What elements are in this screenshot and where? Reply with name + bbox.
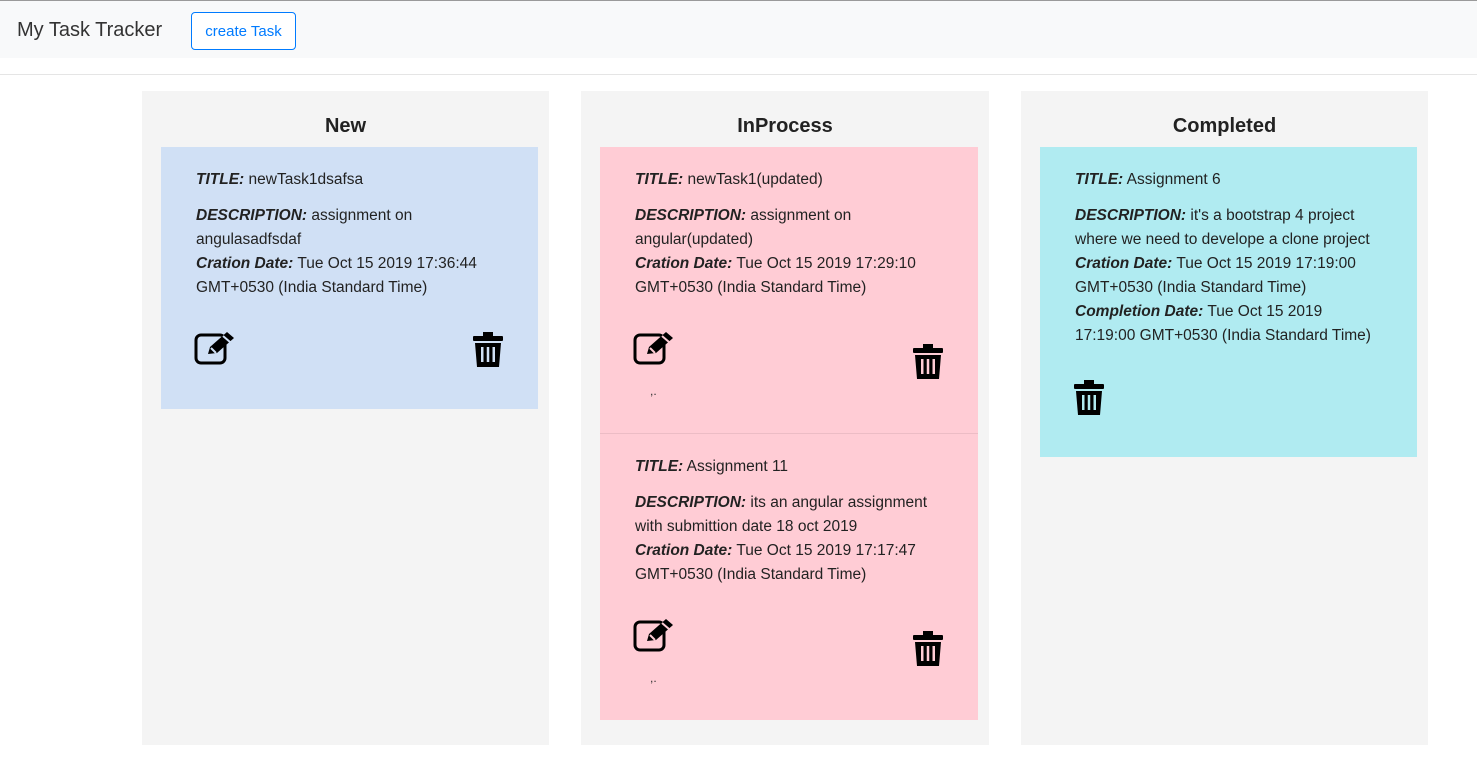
task-card: TITLE: Assignment 6 DESCRIPTION: it's a … — [1040, 147, 1417, 457]
divider — [0, 74, 1477, 75]
task-description-line: DESCRIPTION: assignment on — [635, 204, 851, 228]
creation-date-label: Cration Date: — [1075, 255, 1173, 272]
task-creation-line: Cration Date: Tue Oct 15 2019 17:17:47 — [635, 539, 916, 563]
description-label: DESCRIPTION: — [635, 207, 747, 224]
task-creation-line: Cration Date: Tue Oct 15 2019 17:36:44 — [196, 252, 477, 276]
brand-title[interactable]: My Task Tracker — [17, 19, 162, 42]
task-title-line: TITLE: newTask1dsafsa — [196, 168, 363, 192]
task-title-line: TITLE: newTask1(updated) — [635, 168, 823, 192]
task-completion-line: Completion Date: Tue Oct 15 2019 — [1075, 300, 1322, 324]
title-label: TITLE: — [635, 458, 684, 475]
task-description: it's a bootstrap 4 project — [1190, 207, 1355, 224]
edit-icon[interactable] — [633, 330, 677, 366]
task-creation-line: Cration Date: Tue Oct 15 2019 17:29:10 — [635, 252, 916, 276]
edit-icon[interactable] — [194, 330, 238, 366]
task-creation-cont: GMT+0530 (India Standard Time) — [1075, 279, 1307, 296]
task-description-line: DESCRIPTION: assignment on — [196, 204, 412, 228]
task-description-cont: where we need to develope a clone projec… — [1075, 231, 1370, 248]
task-creation-date: Tue Oct 15 2019 17:19:00 — [1176, 255, 1356, 272]
column-title: InProcess — [737, 115, 833, 137]
task-title: Assignment 11 — [686, 458, 789, 475]
trash-icon[interactable] — [473, 332, 503, 367]
completion-date-label: Completion Date: — [1075, 303, 1204, 320]
description-label: DESCRIPTION: — [635, 494, 747, 511]
task-title-line: TITLE: Assignment 6 — [1075, 168, 1221, 192]
task-creation-cont: GMT+0530 (India Standard Time) — [196, 279, 428, 296]
task-creation-line: Cration Date: Tue Oct 15 2019 17:19:00 — [1075, 252, 1356, 276]
task-description: assignment on — [311, 207, 413, 224]
task-creation-date: Tue Oct 15 2019 17:36:44 — [297, 255, 477, 272]
description-label: DESCRIPTION: — [1075, 207, 1187, 224]
task-creation-date: Tue Oct 15 2019 17:17:47 — [736, 542, 916, 559]
task-card: TITLE: newTask1dsafsa DESCRIPTION: assig… — [161, 147, 538, 409]
creation-date-label: Cration Date: — [635, 255, 733, 272]
create-task-button[interactable]: create Task — [191, 12, 296, 50]
trash-icon[interactable] — [913, 631, 943, 666]
card-divider — [600, 433, 978, 434]
card-mark: ,. — [650, 671, 657, 685]
task-description-line: DESCRIPTION: it's a bootstrap 4 project — [1075, 204, 1354, 228]
title-label: TITLE: — [1075, 171, 1124, 188]
task-card: TITLE: Assignment 11 DESCRIPTION: its an… — [600, 433, 978, 720]
column-title: New — [324, 115, 367, 137]
column-new: New TITLE: newTask1dsafsa DESCRIPTION: a… — [142, 91, 549, 745]
task-description-cont: angulasadfsdaf — [196, 231, 302, 248]
task-creation-cont: GMT+0530 (India Standard Time) — [635, 279, 867, 296]
column-title: Completed — [1172, 115, 1277, 137]
edit-icon[interactable] — [633, 617, 677, 653]
task-description-line: DESCRIPTION: its an angular assignment — [635, 491, 927, 515]
task-creation-date: Tue Oct 15 2019 17:29:10 — [736, 255, 916, 272]
trash-icon[interactable] — [913, 344, 943, 379]
task-description: assignment on — [750, 207, 852, 224]
task-title-line: TITLE: Assignment 11 — [635, 455, 788, 479]
task-card: TITLE: newTask1(updated) DESCRIPTION: as… — [600, 147, 978, 433]
card-mark: ,. — [650, 384, 657, 398]
task-completion-date: Tue Oct 15 2019 — [1207, 303, 1323, 320]
task-title: newTask1dsafsa — [248, 171, 364, 188]
creation-date-label: Cration Date: — [196, 255, 294, 272]
title-label: TITLE: — [635, 171, 684, 188]
task-description-cont: with submittion date 18 oct 2019 — [635, 518, 858, 535]
task-completion-cont: 17:19:00 GMT+0530 (India Standard Time) — [1075, 327, 1371, 344]
column-completed: Completed TITLE: Assignment 6 DESCRIPTIO… — [1021, 91, 1428, 745]
task-title: Assignment 6 — [1126, 171, 1221, 188]
creation-date-label: Cration Date: — [635, 542, 733, 559]
task-title: newTask1(updated) — [687, 171, 823, 188]
title-label: TITLE: — [196, 171, 245, 188]
task-description-cont: angular(updated) — [635, 231, 754, 248]
trash-icon[interactable] — [1074, 380, 1104, 415]
task-creation-cont: GMT+0530 (India Standard Time) — [635, 566, 867, 583]
column-inprocess: InProcess TITLE: newTask1(updated) DESCR… — [581, 91, 989, 745]
task-description: its an angular assignment — [750, 494, 928, 511]
description-label: DESCRIPTION: — [196, 207, 308, 224]
navbar: My Task Tracker create Task — [0, 0, 1477, 58]
